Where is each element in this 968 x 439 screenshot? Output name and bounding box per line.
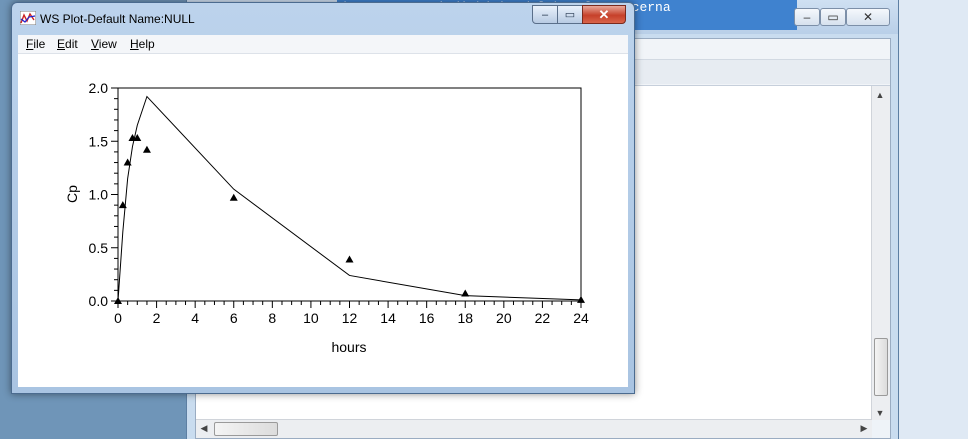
menu-help-accel: H bbox=[130, 37, 139, 51]
x-tick-label: 12 bbox=[342, 310, 358, 326]
x-tick-label: 0 bbox=[114, 310, 122, 326]
x-axis-label: hours bbox=[331, 339, 366, 355]
menu-view-label: iew bbox=[98, 37, 117, 51]
close-button[interactable]: ✕ bbox=[582, 5, 626, 24]
horizontal-scroll-thumb[interactable] bbox=[214, 422, 278, 436]
app-chart-icon bbox=[20, 11, 36, 25]
menu-file[interactable]: File bbox=[26, 37, 45, 51]
x-tick-label: 8 bbox=[268, 310, 276, 326]
x-tick-label: 20 bbox=[496, 310, 512, 326]
scroll-up-icon[interactable]: ▲ bbox=[872, 90, 888, 100]
x-tick-label: 10 bbox=[303, 310, 319, 326]
fitted-curve-line bbox=[117, 95, 582, 302]
y-tick-label: 1.0 bbox=[89, 187, 109, 203]
plot-client-area: 0 2 4 6 8 10 12 14 16 18 20 22 24 0.0 0.5 1.0 1.5 2.0 ho… bbox=[18, 54, 628, 387]
x-tick-label: 6 bbox=[230, 310, 238, 326]
menu-edit-label: dit bbox=[65, 37, 78, 51]
x-axis: 0 2 4 6 8 10 12 14 16 18 20 22 24 bbox=[114, 301, 589, 326]
menu-help[interactable]: Help bbox=[130, 37, 155, 51]
y-axis: 0.0 0.5 1.0 1.5 2.0 bbox=[89, 80, 118, 309]
menu-help-label: elp bbox=[138, 37, 155, 51]
series-layer bbox=[114, 95, 585, 304]
maximize-button[interactable]: ▭ bbox=[557, 5, 583, 24]
vertical-scroll-thumb[interactable] bbox=[874, 338, 888, 396]
observed-point-marker bbox=[229, 193, 238, 201]
x-tick-label: 24 bbox=[573, 310, 589, 326]
y-tick-label: 1.5 bbox=[89, 133, 109, 149]
horizontal-scrollbar[interactable]: ◀ ▶ bbox=[196, 419, 872, 438]
concentration-time-chart: 0 2 4 6 8 10 12 14 16 18 20 22 24 0.00.51.01.52.0 ho… bbox=[64, 80, 589, 355]
y-tick-label: 2.0 bbox=[89, 80, 109, 96]
x-tick-label: 4 bbox=[191, 310, 199, 326]
bg-close-button[interactable]: ✕ bbox=[846, 8, 890, 26]
menu-file-label: ile bbox=[33, 37, 46, 51]
scroll-left-icon[interactable]: ◀ bbox=[196, 423, 212, 434]
x-tick-label: 2 bbox=[153, 310, 161, 326]
observed-point-marker bbox=[142, 145, 151, 153]
plot-window: WS Plot-Default Name:NULL ‒ ▭ ✕ File Edi… bbox=[11, 2, 635, 394]
bg-minimize-button[interactable]: ‒ bbox=[794, 8, 820, 26]
menu-edit[interactable]: Edit bbox=[57, 37, 78, 51]
menu-edit-accel: E bbox=[57, 37, 66, 51]
x-tick-label: 18 bbox=[457, 310, 473, 326]
x-tick-label: 14 bbox=[380, 310, 396, 326]
x-tick-label: 16 bbox=[419, 310, 435, 326]
scroll-right-icon[interactable]: ▶ bbox=[856, 423, 872, 434]
menu-view[interactable]: View bbox=[91, 37, 117, 51]
plot-window-titlebar[interactable]: WS Plot-Default Name:NULL ‒ ▭ ✕ bbox=[12, 3, 634, 33]
menu-bar: File Edit View Help bbox=[18, 35, 628, 54]
x-tick-label: 22 bbox=[535, 310, 551, 326]
y-tick-label: 0.5 bbox=[89, 240, 109, 256]
menu-view-accel: V bbox=[91, 37, 99, 51]
window-title: WS Plot-Default Name:NULL bbox=[40, 12, 195, 26]
plot-frame bbox=[117, 87, 582, 302]
y-tick-label: 0.0 bbox=[89, 293, 109, 309]
background-window-right bbox=[898, 0, 968, 439]
scroll-down-icon[interactable]: ▼ bbox=[872, 408, 888, 418]
minimize-button[interactable]: ‒ bbox=[532, 5, 558, 24]
bg-maximize-button[interactable]: ▭ bbox=[820, 8, 846, 26]
y-axis-label: Cp bbox=[64, 185, 80, 203]
observed-point-marker bbox=[345, 255, 354, 263]
vertical-scrollbar[interactable]: ▲ ▼ bbox=[871, 86, 890, 420]
